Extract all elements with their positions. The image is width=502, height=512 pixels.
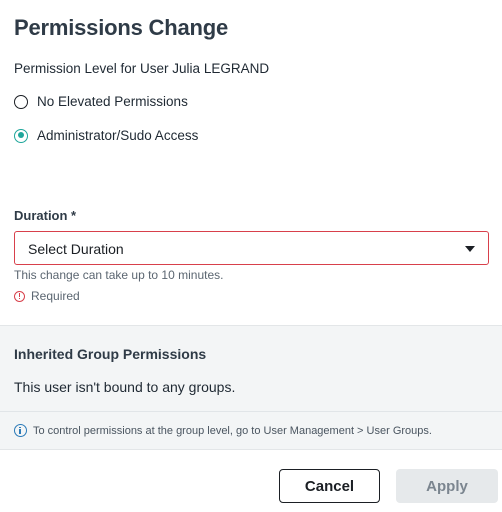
radio-checked-icon[interactable] [14,128,28,143]
divider [0,411,502,412]
error-text: Required [31,289,80,303]
group-permissions-text: This user isn't bound to any groups. [14,379,236,395]
info-icon [14,424,27,437]
dialog-title: Permissions Change [14,15,229,40]
inherited-group-permissions: Inherited Group Permissions This user is… [0,325,502,449]
permissions-form: Permissions Change Permission Level for … [0,0,502,325]
info-message: To control permissions at the group leve… [14,424,432,437]
radio-label: No Elevated Permissions [37,94,188,109]
duration-helper-text: This change can take up to 10 minutes. [14,268,224,282]
cancel-button[interactable]: Cancel [279,469,380,503]
duration-label: Duration * [14,208,77,223]
apply-button[interactable]: Apply [396,469,498,503]
radio-label: Administrator/Sudo Access [37,128,199,143]
info-text: To control permissions at the group leve… [33,424,432,437]
radio-unchecked-icon[interactable] [14,94,28,109]
caret-down-icon [465,246,475,252]
radio-option-admin-sudo[interactable]: Administrator/Sudo Access [14,128,198,143]
duration-select-value: Select Duration [28,241,124,257]
radio-option-no-elevated[interactable]: No Elevated Permissions [14,94,188,109]
duration-error: Required [14,289,80,303]
duration-select[interactable]: Select Duration [14,231,489,265]
error-icon [14,290,25,302]
group-permissions-title: Inherited Group Permissions [14,346,207,362]
permission-level-heading: Permission Level for User Julia LEGRAND [14,61,270,76]
dialog-footer: Cancel Apply [0,449,502,512]
